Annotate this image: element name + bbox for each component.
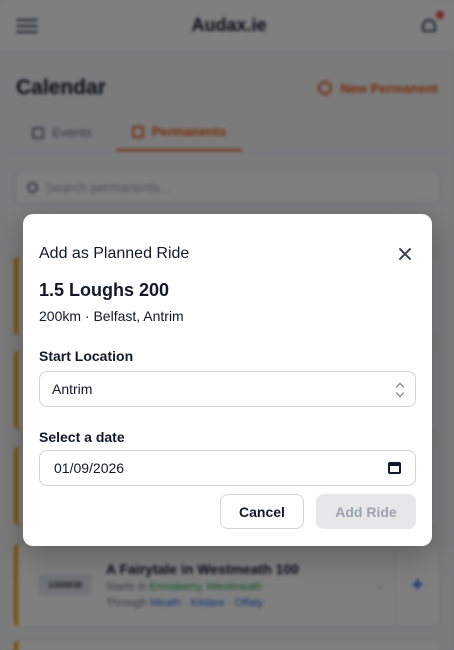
dialog-header: Add as Planned Ride — [23, 214, 432, 274]
close-icon[interactable] — [394, 243, 416, 265]
dialog-body: 1.5 Loughs 200 200km · Belfast, Antrim S… — [23, 274, 432, 486]
date-input[interactable]: 01/09/2026 — [39, 450, 416, 486]
add-ride-button[interactable]: Add Ride — [316, 494, 416, 529]
add-planned-ride-dialog: Add as Planned Ride 1.5 Loughs 200 200km… — [23, 214, 432, 546]
date-value: 01/09/2026 — [54, 460, 125, 476]
select-chevron-icon — [395, 382, 405, 398]
ride-meta: 200km · Belfast, Antrim — [39, 308, 184, 324]
dialog-title: Add as Planned Ride — [39, 245, 190, 262]
cancel-button[interactable]: Cancel — [220, 494, 304, 529]
start-location-select[interactable]: Antrim — [39, 371, 416, 407]
calendar-picker-icon[interactable] — [388, 462, 401, 474]
dialog-actions: Cancel Add Ride — [220, 494, 416, 529]
ride-name: 1.5 Loughs 200 — [39, 280, 170, 300]
start-location-label: Start Location — [39, 348, 134, 364]
date-label: Select a date — [39, 429, 125, 445]
start-location-value: Antrim — [52, 381, 93, 397]
